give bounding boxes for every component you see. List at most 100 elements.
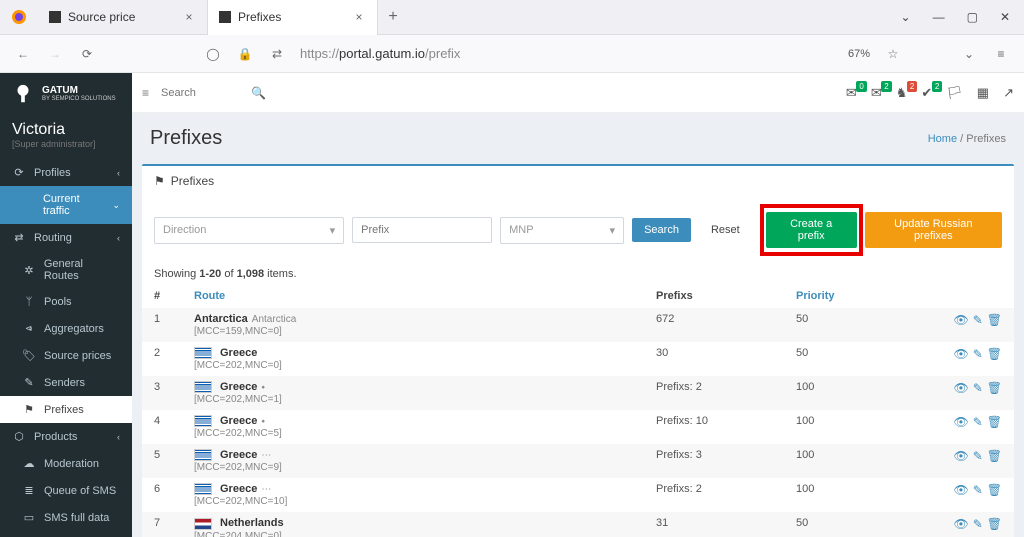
cell-route: Greece⬩[MCC=202,MNC=1]: [182, 376, 644, 410]
sidebar-item-products[interactable]: ⬡Products‹: [0, 423, 132, 450]
global-search[interactable]: 🔍: [161, 84, 266, 102]
country-flag-icon: [194, 381, 212, 393]
cell-priority: 50: [784, 308, 894, 342]
nav-icon: ⬡: [12, 430, 26, 443]
delete-icon[interactable]: 🗑: [987, 449, 1002, 463]
table-row: 4Greece⬩[MCC=202,MNC=5]Prefixs: 10100👁✎🗑: [142, 410, 1014, 444]
cell-priority: 100: [784, 410, 894, 444]
notification-icon[interactable]: ✉2: [871, 85, 882, 101]
delete-icon[interactable]: 🗑: [987, 517, 1002, 531]
create-prefix-button[interactable]: Create a prefix: [766, 212, 857, 248]
cell-actions: 👁 ✎ 🗑: [894, 308, 1014, 342]
close-icon[interactable]: ×: [351, 9, 367, 25]
mnp-select[interactable]: MNP▾: [500, 217, 624, 244]
flag-icon[interactable]: 🏳: [946, 85, 963, 101]
table-row: 3Greece⬩[MCC=202,MNC=1]Prefixs: 2100👁✎🗑: [142, 376, 1014, 410]
hamburger-icon[interactable]: ≡: [142, 86, 149, 100]
view-icon[interactable]: 👁: [953, 347, 968, 361]
cell-route: Greece⬩[MCC=202,MNC=5]: [182, 410, 644, 444]
permissions-icon[interactable]: ⇄: [268, 47, 286, 61]
pocket-icon[interactable]: ⌄: [960, 47, 978, 61]
nav-icon: ✎: [22, 376, 36, 389]
cell-prefixs: Prefixs: 2: [644, 478, 784, 512]
direction-select[interactable]: Direction▾: [154, 217, 344, 244]
browser-tab-1[interactable]: Prefixes ×: [208, 0, 378, 35]
url-field[interactable]: https://portal.gatum.io/prefix: [300, 46, 834, 61]
delete-icon[interactable]: 🗑: [987, 483, 1002, 497]
close-window-icon[interactable]: ✕: [1000, 10, 1010, 24]
notification-icon[interactable]: ✔2: [921, 85, 932, 101]
sidebar-item-senders[interactable]: ✎Senders: [0, 369, 132, 396]
breadcrumb-current: Prefixes: [966, 133, 1006, 145]
sidebar-item-prefixes[interactable]: ⚑Prefixes: [0, 396, 132, 423]
chevron-icon: ‹: [117, 233, 120, 243]
shield-icon[interactable]: ◯: [204, 47, 222, 61]
delete-icon[interactable]: 🗑: [987, 381, 1002, 395]
sidebar-item-profiles[interactable]: ⟳Profiles‹: [0, 159, 132, 186]
zoom-level[interactable]: 67%: [848, 48, 870, 60]
view-icon[interactable]: 👁: [953, 313, 968, 327]
sidebar-item-general-routes[interactable]: ✲General Routes: [0, 251, 132, 289]
delete-icon[interactable]: 🗑: [987, 415, 1002, 429]
sidebar-item-moderation[interactable]: ☁Moderation: [0, 450, 132, 477]
view-icon[interactable]: 👁: [953, 449, 968, 463]
prefix-input[interactable]: [352, 217, 492, 243]
view-icon[interactable]: 👁: [953, 483, 968, 497]
reload-button[interactable]: ⟳: [78, 47, 96, 61]
bookmark-icon[interactable]: ☆: [884, 47, 902, 61]
view-icon[interactable]: 👁: [953, 381, 968, 395]
col-priority[interactable]: Priority: [784, 284, 894, 308]
grid-icon[interactable]: ▦: [977, 85, 989, 101]
maximize-icon[interactable]: ▢: [967, 10, 978, 24]
brand-subtitle: BY SEMPICO SOLUTIONS: [42, 96, 116, 102]
topbar: ≡ 🔍 ✉0 ✉2 ♞2 ✔2 🏳 ▦ ↗: [132, 73, 1024, 113]
sidebar-item-source-prices[interactable]: 🏷Source prices: [0, 342, 132, 369]
search-button[interactable]: Search: [632, 218, 691, 242]
nav-icon: ▭: [22, 511, 36, 524]
browser-tab-0[interactable]: Source price ×: [38, 0, 208, 35]
nav-icon: 🏷: [22, 349, 36, 362]
update-russian-button[interactable]: Update Russian prefixes: [865, 212, 1002, 248]
breadcrumb-home[interactable]: Home: [928, 133, 957, 145]
tab-favicon: [48, 10, 62, 24]
new-tab-button[interactable]: +: [378, 8, 408, 26]
edit-icon[interactable]: ✎: [973, 449, 983, 463]
cell-priority: 50: [784, 512, 894, 537]
notification-icon[interactable]: ✉0: [846, 85, 857, 101]
chevron-down-icon[interactable]: ⌄: [901, 10, 911, 24]
view-icon[interactable]: 👁: [953, 415, 968, 429]
signout-icon[interactable]: ↗: [1003, 85, 1014, 101]
search-icon[interactable]: 🔍: [251, 86, 266, 100]
sidebar-item-routing[interactable]: ⇄Routing‹: [0, 224, 132, 251]
edit-icon[interactable]: ✎: [973, 347, 983, 361]
reset-button[interactable]: Reset: [699, 218, 752, 242]
edit-icon[interactable]: ✎: [973, 313, 983, 327]
close-icon[interactable]: ×: [181, 9, 197, 25]
edit-icon[interactable]: ✎: [973, 517, 983, 531]
search-input[interactable]: [161, 87, 251, 99]
sidebar-item-sms-full-data[interactable]: ▭SMS full data: [0, 504, 132, 531]
minimize-icon[interactable]: —: [933, 10, 945, 24]
edit-icon[interactable]: ✎: [973, 415, 983, 429]
delete-icon[interactable]: 🗑: [987, 347, 1002, 361]
cell-num: 7: [142, 512, 182, 537]
sidebar-item-incoming-sms[interactable]: ✉Incoming SMS: [0, 531, 132, 537]
back-button[interactable]: ←: [14, 47, 32, 61]
cell-priority: 100: [784, 376, 894, 410]
cell-num: 6: [142, 478, 182, 512]
menu-icon[interactable]: ≡: [992, 47, 1010, 61]
col-route[interactable]: Route: [182, 284, 644, 308]
table-row: 6Greece⋯[MCC=202,MNC=10]Prefixs: 2100👁✎🗑: [142, 478, 1014, 512]
cell-route: Greece[MCC=202,MNC=0]: [182, 342, 644, 376]
cell-route: Netherlands[MCC=204,MNC=0]: [182, 512, 644, 537]
notification-icon[interactable]: ♞2: [896, 85, 908, 101]
sidebar-item-queue-of-sms[interactable]: ≣Queue of SMS: [0, 477, 132, 504]
delete-icon[interactable]: 🗑: [987, 313, 1002, 327]
edit-icon[interactable]: ✎: [973, 381, 983, 395]
sidebar-item-pools[interactable]: ᛘPools: [0, 289, 132, 315]
sidebar-item-aggregators[interactable]: ⩹Aggregators: [0, 315, 132, 342]
edit-icon[interactable]: ✎: [973, 483, 983, 497]
sidebar-item-current-traffic[interactable]: Current traffic⌄: [0, 186, 132, 224]
flag-icon: ⚑: [154, 174, 165, 188]
view-icon[interactable]: 👁: [953, 517, 968, 531]
